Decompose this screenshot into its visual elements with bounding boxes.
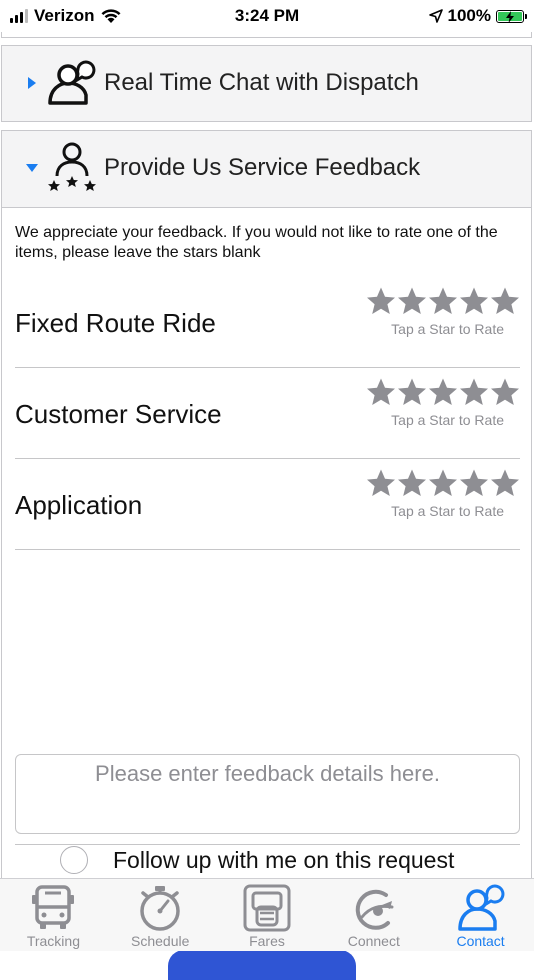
rate-hint: Tap a Star to Rate — [391, 321, 504, 337]
tab-fares[interactable]: Fares — [214, 879, 321, 951]
tab-schedule[interactable]: Schedule — [107, 879, 214, 951]
tab-tracking[interactable]: Tracking — [0, 879, 107, 951]
battery-icon — [496, 9, 527, 23]
bus-icon — [32, 885, 75, 929]
star-icon[interactable] — [366, 286, 396, 316]
star-icon[interactable] — [397, 286, 427, 316]
tab-label: Tracking — [26, 933, 80, 949]
star-rating — [366, 377, 520, 407]
location-arrow-icon — [428, 9, 443, 23]
rating-label: Fixed Route Ride — [15, 308, 216, 338]
feedback-details-input[interactable] — [15, 754, 520, 834]
battery-percent: 100% — [447, 6, 491, 25]
rate-hint: Tap a Star to Rate — [391, 412, 504, 428]
star-icon[interactable] — [428, 468, 458, 498]
rate-hint: Tap a Star to Rate — [391, 503, 504, 519]
chat-person-icon — [48, 60, 96, 105]
star-rating — [366, 286, 520, 316]
star-icon[interactable] — [459, 377, 489, 407]
chat-panel-title: Real Time Chat with Dispatch — [104, 69, 419, 96]
carrier-name: Verizon — [34, 6, 95, 25]
contact-person-icon — [457, 884, 504, 931]
submit-button[interactable] — [168, 950, 356, 980]
tab-label: Schedule — [131, 933, 190, 949]
status-left: Verizon — [0, 6, 122, 26]
star-icon[interactable] — [490, 377, 520, 407]
tab-bar: Tracking Schedule Fares Connect Contact — [0, 878, 534, 951]
expand-triangle-icon — [22, 76, 42, 90]
collapsed-panel-edge — [1, 32, 532, 38]
followup-option[interactable]: Follow up with me on this request — [60, 846, 454, 874]
rating-row-customer-service: Customer Service Tap a Star to Rate — [15, 369, 520, 459]
followup-label: Follow up with me on this request — [113, 846, 455, 873]
star-icon[interactable] — [428, 377, 458, 407]
star-icon[interactable] — [366, 468, 396, 498]
rating-row-fixed-route: Fixed Route Ride Tap a Star to Rate — [15, 278, 520, 368]
tab-contact[interactable]: Contact — [427, 879, 534, 951]
stopwatch-icon — [140, 886, 180, 931]
followup-radio[interactable] — [60, 846, 88, 874]
feedback-panel-header[interactable]: Provide Us Service Feedback — [2, 131, 531, 205]
status-right: 100% — [428, 6, 534, 26]
rating-row-application: Application Tap a Star to Rate — [15, 460, 520, 550]
feedback-panel: Provide Us Service Feedback We appreciat… — [1, 130, 532, 980]
tab-label: Contact — [456, 933, 505, 949]
feedback-body: We appreciate your feedback. If you woul… — [2, 207, 531, 980]
star-rating — [366, 468, 520, 498]
rating-label: Customer Service — [15, 399, 222, 429]
chat-panel: Real Time Chat with Dispatch — [1, 45, 532, 122]
cellular-signal-icon — [10, 9, 28, 23]
rating-label: Application — [15, 490, 143, 520]
collapse-triangle-icon — [22, 163, 42, 173]
wifi-icon — [101, 9, 121, 23]
connect-icon — [355, 889, 394, 930]
star-icon[interactable] — [490, 286, 520, 316]
tab-label: Connect — [347, 933, 400, 949]
fare-card-icon — [243, 884, 291, 932]
star-icon[interactable] — [459, 468, 489, 498]
followup-divider — [15, 844, 520, 845]
star-icon[interactable] — [397, 468, 427, 498]
chat-panel-header[interactable]: Real Time Chat with Dispatch — [2, 46, 531, 120]
star-icon[interactable] — [366, 377, 396, 407]
star-icon[interactable] — [397, 377, 427, 407]
star-icon[interactable] — [459, 286, 489, 316]
tab-label: Fares — [249, 933, 285, 949]
tab-connect[interactable]: Connect — [320, 879, 427, 951]
status-bar: Verizon 3:24 PM 100% — [0, 0, 534, 32]
feedback-intro-text: We appreciate your feedback. If you woul… — [15, 224, 498, 261]
person-stars-icon — [48, 142, 96, 191]
star-icon[interactable] — [428, 286, 458, 316]
feedback-panel-title: Provide Us Service Feedback — [104, 154, 421, 181]
star-icon[interactable] — [490, 468, 520, 498]
